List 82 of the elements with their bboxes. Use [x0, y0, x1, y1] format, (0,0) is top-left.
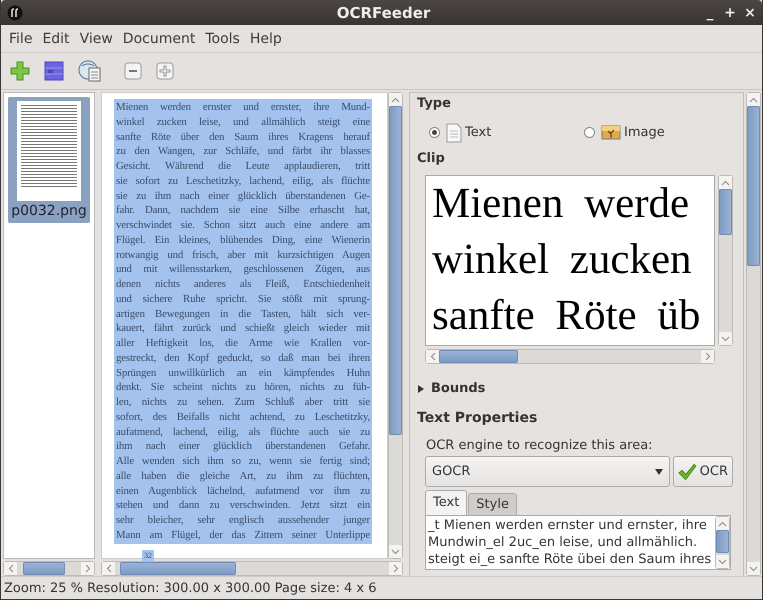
- scanned-text-line: ihm nach einer glücklich überstandenen Gefahr.: [116, 439, 370, 454]
- horizontal-scrollbar[interactable]: [101, 561, 403, 576]
- scanned-text-line: alle haben die gleiche Art, zu ihm zu flüchten,: [116, 468, 370, 484]
- menu-item[interactable]: File: [4, 30, 38, 46]
- zoom-out-icon[interactable]: [124, 62, 142, 80]
- checkmark-icon: [678, 462, 697, 482]
- maximize-button[interactable]: +: [724, 4, 736, 20]
- menu-item[interactable]: Document: [118, 30, 200, 46]
- engine-dropdown[interactable]: GOCR: [425, 456, 670, 487]
- scanned-text-line: denen nichts anderes als Fleiß, Entschiedenheit: [116, 277, 370, 292]
- scrollbar-thumb[interactable]: [747, 106, 760, 266]
- layout-icon[interactable]: [44, 61, 64, 81]
- horizontal-scrollbar[interactable]: [3, 561, 95, 576]
- menu-item[interactable]: Edit: [37, 30, 75, 46]
- page-thumbnail-item[interactable]: p0032.png: [8, 97, 90, 223]
- scanned-text-line: sofort, des Beifalls nicht achtend, zu Leschetitzky,: [116, 410, 370, 424]
- scanned-text-line: aufatmend, lachend, eilig, als flüchte auch sie zu: [116, 424, 370, 440]
- scanned-text-line: Gesicht. Während die Leute applaudieren, tritt: [116, 159, 370, 174]
- scanned-text-line: und sichere Ruhe spricht. Sie stößt mit sprung-: [116, 292, 370, 306]
- scanned-text-line: und mit willensstarken, geschlossenen Zügen, aus: [116, 262, 370, 277]
- clip-text-line: Mienen werde: [432, 179, 690, 229]
- radio-button[interactable]: [584, 127, 595, 138]
- scanned-text-line: gestreckt, den Kopf geduckt, so daß man bei ihren: [116, 350, 370, 366]
- scanned-text-line: sie zu ihm nach einer glücklich überstandenen Ge-: [116, 188, 370, 204]
- vertical-scrollbar[interactable]: [746, 92, 761, 576]
- scanned-text-line: Mienen werden ernster und ernster, ihre Mund-: [116, 100, 370, 115]
- scanned-text-line: stehen und dann zu verschwinden. Jetzt sitzt ein: [116, 498, 370, 513]
- scanned-text-line: Flügel. Ein kleines, blühendes Ding, eine Wienerin: [116, 232, 370, 248]
- app-logo-icon: [7, 4, 23, 20]
- scanned-text-line: sehr bleicher, sehr englisch aussehender junger: [116, 513, 370, 528]
- collapsed-triangle-icon: [417, 384, 425, 392]
- scanned-text-line: Mann am Flügel, der das Zittern seiner Unterlippe: [116, 528, 370, 542]
- scanned-text-line: len, nichts zu sehen. Zum Schluß aber tritt sie: [116, 395, 370, 410]
- scrollbar-thumb[interactable]: [23, 562, 65, 575]
- field-label: OCR engine to recognize this area:: [426, 438, 654, 453]
- scanned-text-line: zu den Wangen, zur Schläfe, und färbt ihr blasses: [116, 144, 370, 159]
- scrollbar-thumb[interactable]: [389, 106, 402, 436]
- scanned-text-line: Alle wenden sich ihm so zu, wenn sie fertig sind;: [116, 454, 370, 469]
- section-heading: Type: [417, 96, 452, 111]
- scanned-text-line: verschwindet sie. Schon sitzt auch eine andere am: [116, 218, 370, 233]
- bounds-expander[interactable]: Bounds: [417, 381, 743, 396]
- dropdown-arrow-icon: [655, 468, 663, 474]
- radio-button[interactable]: [429, 127, 440, 138]
- menu-item[interactable]: View: [74, 30, 118, 46]
- scanned-text-line: sie sofort zu Leschetitzky, lachend, eilig, als flüchte: [116, 174, 370, 188]
- scanned-text-line: fahr. Dann, nachdem sie eine Silbe erhascht hat,: [116, 203, 370, 218]
- minimize-button[interactable]: _: [704, 4, 716, 20]
- menu-item[interactable]: Help: [244, 30, 287, 46]
- scrollbar-thumb[interactable]: [719, 189, 732, 235]
- radio-label: Text: [465, 125, 492, 140]
- scanned-text-line: kauert, fährt zurück und schießt gleich wieder mit: [116, 321, 370, 336]
- scanned-text-line: denkt. Sie scheint nichts zu hören, nichts zu füh-: [116, 380, 370, 395]
- horizontal-scrollbar[interactable]: [425, 349, 715, 364]
- scanned-text-line: rotwangig und frisch, aber mit kurzsichtigen Augen: [116, 248, 370, 262]
- page-filename: p0032.png: [11, 203, 87, 219]
- scanned-text-line: Sprüngen unwillkürlich an ein kämpfendes Huhn: [116, 366, 370, 380]
- close-button[interactable]: ×: [744, 4, 756, 20]
- scrollbar-thumb[interactable]: [120, 562, 236, 575]
- scanned-text-line: einen Augenblick lächelnd, aufatmend vor ihm zu: [116, 484, 370, 498]
- vertical-scrollbar[interactable]: [388, 92, 403, 559]
- globe-document-icon[interactable]: [78, 60, 102, 82]
- section-heading: Clip: [417, 151, 446, 166]
- document-icon: [446, 122, 462, 142]
- zoom-in-icon[interactable]: [156, 62, 174, 80]
- tab[interactable]: Text: [425, 490, 468, 515]
- vertical-scrollbar[interactable]: [718, 175, 733, 346]
- scanned-text-line: winkel zucken leise, und allmählich steigt eine: [116, 114, 370, 130]
- clip-text-line: winkel zucken: [432, 235, 692, 285]
- window-title: OCRFeeder: [336, 4, 432, 22]
- scanned-text-line: sanfte Röte über den Saum ihres Kragens herauf: [116, 130, 370, 144]
- scanned-text-line: artigen Bewegungen in die Tasten, hält sich ver-: [116, 306, 370, 322]
- ocr-button[interactable]: OCR: [673, 456, 733, 487]
- section-heading: Text Properties: [417, 410, 538, 426]
- picture-icon: [601, 124, 621, 140]
- clip-text-line: sanfte Röte üb: [432, 291, 700, 341]
- status-text: Zoom: 25 % Resolution: 300.00 x 300.00 Page size: 4 x 6: [4, 580, 376, 596]
- menu-item[interactable]: Tools: [200, 30, 245, 46]
- radio-label: Image: [624, 125, 665, 140]
- add-icon[interactable]: [10, 61, 30, 81]
- scrollbar-thumb[interactable]: [439, 350, 518, 363]
- scanned-text-line: aller Heftigkeit los, die Arme wie Krallen vor-: [116, 336, 370, 351]
- tab[interactable]: Style: [468, 493, 517, 515]
